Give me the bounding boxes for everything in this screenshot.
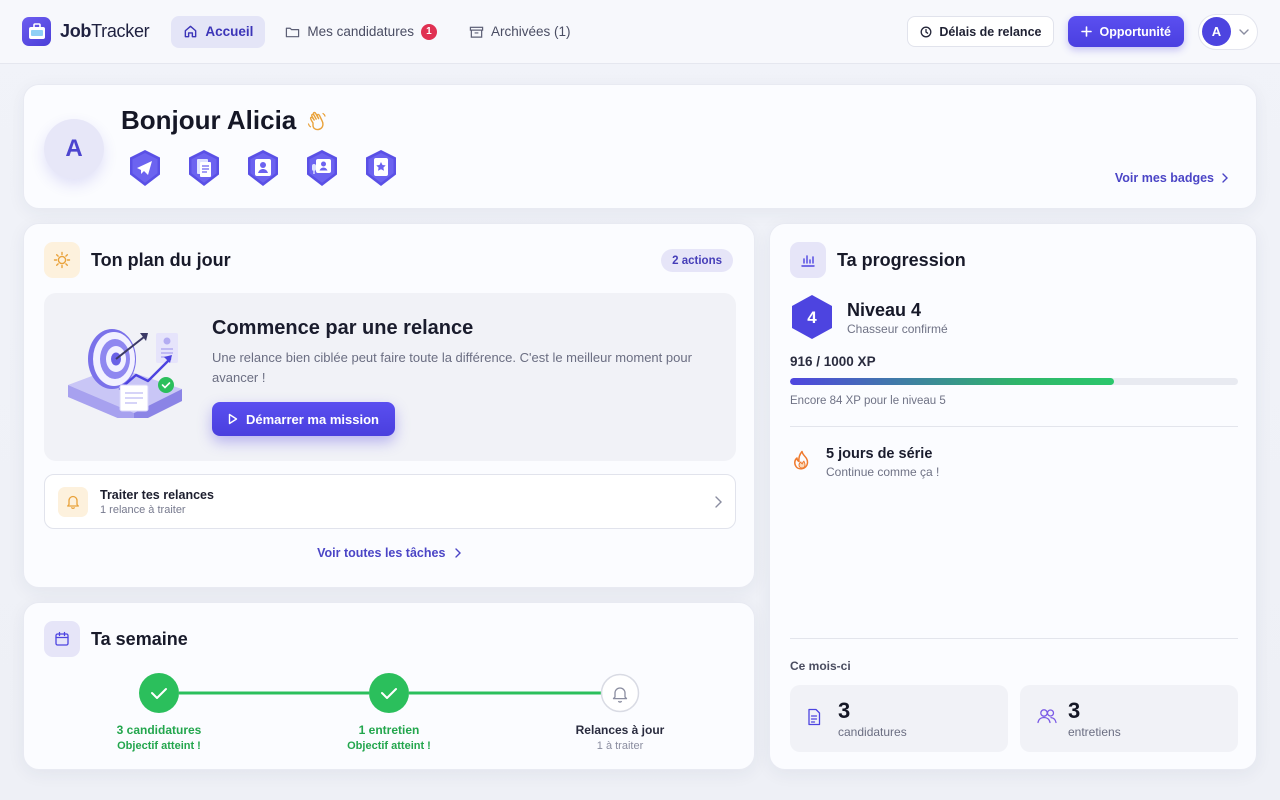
stat-interviews: 3 entretiens <box>1020 685 1238 752</box>
greeting-title: Bonjour Alicia <box>121 105 328 136</box>
play-icon <box>228 413 238 425</box>
week-timeline: 3 candidatures Objectif atteint ! 1 entr… <box>24 603 756 771</box>
main-nav: Accueil Mes candidatures 1 Archivées (1) <box>171 15 583 48</box>
week-card: Ta semaine 3 candidatures Objectif attei… <box>23 602 755 770</box>
see-all-tasks-link[interactable]: Voir toutes les tâches <box>24 546 754 560</box>
mission-panel: Commence par une relance Une relance bie… <box>44 293 736 461</box>
add-opportunity-button[interactable]: Opportunité <box>1068 16 1184 47</box>
app-name: JobTracker <box>60 21 150 41</box>
top-bar: JobTracker Accueil Mes candidatures 1 Ar… <box>0 0 1280 64</box>
start-mission-button[interactable]: Démarrer ma mission <box>212 402 395 436</box>
xp-progress-bar <box>790 378 1238 385</box>
interview-badge-icon[interactable] <box>303 148 341 188</box>
add-opportunity-label: Opportunité <box>1099 24 1171 39</box>
divider <box>790 426 1238 427</box>
step-pending-bell-icon <box>600 673 640 713</box>
home-icon <box>185 25 197 38</box>
star-badge-icon[interactable] <box>362 148 400 188</box>
chevron-right-icon <box>1222 173 1228 183</box>
greeting-text: Bonjour Alicia <box>121 105 297 135</box>
stat-applications: 3 candidatures <box>790 685 1008 752</box>
step-reminders-label: Relances à jour <box>575 723 665 737</box>
see-all-tasks-label: Voir toutes les tâches <box>317 546 446 560</box>
avatar: A <box>1202 17 1231 46</box>
level-hexagon: 4 <box>792 295 832 339</box>
daily-plan-card: Ton plan du jour 2 actions Commence par … <box>23 223 755 588</box>
archive-icon <box>469 26 484 38</box>
streak-subtitle: Continue comme ça ! <box>826 465 940 479</box>
users-icon <box>1037 709 1057 724</box>
bell-icon <box>58 486 88 517</box>
greeting-card: A Bonjour Alicia Voir mes badges <box>23 84 1257 209</box>
step-done-icon <box>139 673 179 713</box>
divider <box>790 638 1238 639</box>
level-title: Niveau 4 <box>847 300 922 320</box>
nav-applications-label: Mes candidatures <box>307 24 414 39</box>
progress-header: Ta progression <box>790 242 966 278</box>
folder-icon <box>286 27 300 37</box>
sun-icon <box>44 242 80 278</box>
mission-title: Commence par une relance <box>212 317 474 339</box>
reminder-delays-label: Délais de relance <box>939 24 1042 39</box>
xp-counter: 916 / 1000 XP <box>790 354 876 369</box>
task-title: Traiter tes relances <box>100 487 214 502</box>
nav-archived[interactable]: Archivées (1) <box>457 16 583 48</box>
progress-card: Ta progression 4 Niveau 4 Chasseur confi… <box>769 223 1257 770</box>
step-interview-status: Objectif atteint ! <box>347 740 431 752</box>
nav-home-label: Accueil <box>205 24 254 39</box>
task-reminders-row[interactable]: Traiter tes relances 1 relance à traiter <box>44 474 736 529</box>
badges-row <box>126 148 400 188</box>
daily-plan-header: Ton plan du jour <box>44 242 231 278</box>
flame-icon <box>794 450 809 470</box>
stat-interviews-value: 3 <box>1068 698 1081 723</box>
actions-count-badge: 2 actions <box>661 249 733 272</box>
see-badges-label: Voir mes badges <box>1114 171 1214 185</box>
waving-hand-icon <box>308 111 326 130</box>
level-subtitle: Chasseur confirmé <box>847 322 948 336</box>
profile-badge-icon[interactable] <box>244 148 282 188</box>
chevron-right-icon <box>455 548 461 558</box>
step-applications-label: 3 candidatures <box>116 723 202 737</box>
stat-applications-value: 3 <box>838 698 851 723</box>
progress-title: Ta progression <box>837 249 966 270</box>
mission-description: Une relance bien ciblée peut faire toute… <box>212 350 692 385</box>
chevron-down-icon <box>1239 28 1249 35</box>
xp-progress-fill <box>790 378 1115 385</box>
briefcase-logo-icon <box>22 17 51 46</box>
level-number: 4 <box>807 308 817 327</box>
nav-applications[interactable]: Mes candidatures 1 <box>273 16 449 48</box>
paper-plane-badge-icon[interactable] <box>126 148 164 188</box>
streak-title: 5 jours de série <box>826 446 933 462</box>
nav-home[interactable]: Accueil <box>171 15 266 48</box>
stat-applications-label: candidatures <box>838 725 907 739</box>
step-interview-label: 1 entretien <box>358 723 420 737</box>
app-logo[interactable]: JobTracker <box>22 17 150 46</box>
nav-archived-label: Archivées (1) <box>490 24 571 39</box>
clock-icon <box>920 26 932 37</box>
target-illustration-icon <box>68 329 182 418</box>
step-done-icon <box>369 673 409 713</box>
month-label: Ce mois-ci <box>790 659 851 673</box>
step-reminders-status: 1 à traiter <box>596 740 644 752</box>
start-mission-label: Démarrer ma mission <box>246 411 379 427</box>
documents-badge-icon[interactable] <box>185 148 223 188</box>
bar-chart-icon <box>790 242 826 278</box>
xp-remaining: Encore 84 XP pour le niveau 5 <box>790 395 946 407</box>
profile-avatar[interactable]: A <box>44 119 104 179</box>
task-subtitle: 1 relance à traiter <box>100 503 186 516</box>
step-applications-status: Objectif atteint ! <box>117 740 201 752</box>
chevron-right-icon <box>715 495 722 508</box>
reminder-delays-button[interactable]: Délais de relance <box>907 16 1055 47</box>
stat-interviews-label: entretiens <box>1068 725 1121 739</box>
document-icon <box>808 708 821 726</box>
see-badges-link[interactable]: Voir mes badges <box>1115 171 1228 185</box>
plus-icon <box>1081 26 1093 37</box>
notification-badge: 1 <box>420 23 437 40</box>
daily-plan-title: Ton plan du jour <box>91 249 231 270</box>
user-menu[interactable]: A <box>1198 13 1258 50</box>
